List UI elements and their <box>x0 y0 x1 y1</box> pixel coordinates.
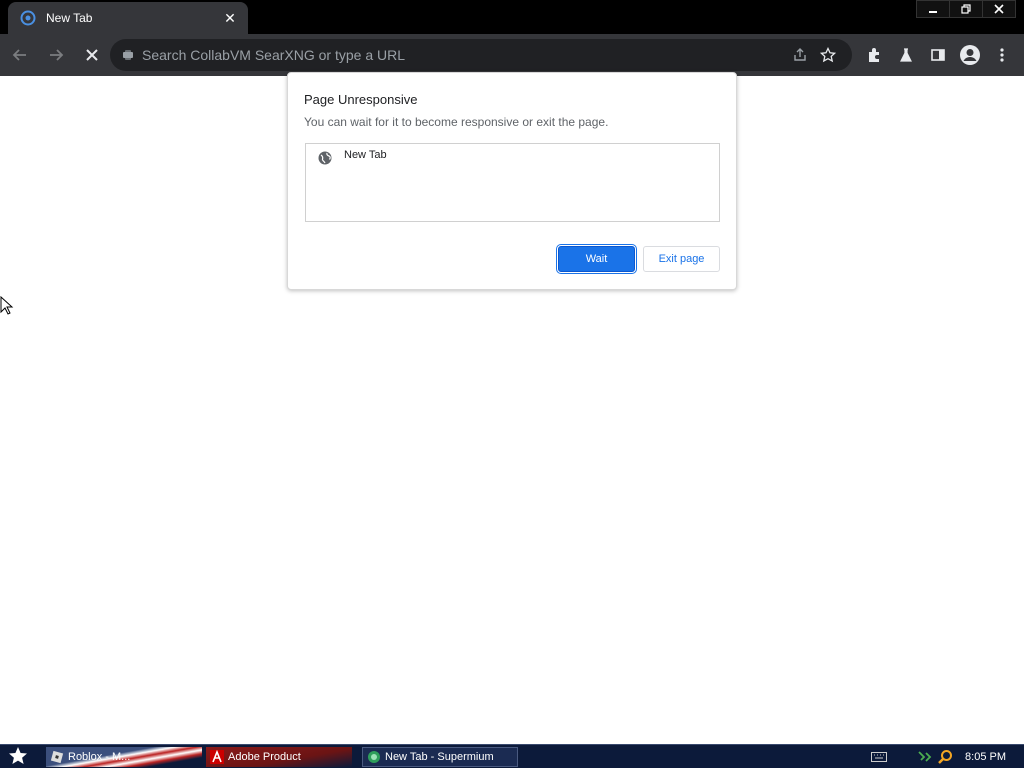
system-tray: 8:05 PM <box>867 745 1024 768</box>
list-item: New Tab <box>306 144 719 167</box>
network-icon[interactable] <box>917 749 933 765</box>
star-icon <box>8 746 28 768</box>
taskbar-item-roblox[interactable]: Roblox - M... <box>46 747 202 767</box>
exit-page-button[interactable]: Exit page <box>643 246 720 272</box>
back-arrow-icon[interactable] <box>4 39 36 71</box>
browser-toolbar <box>0 34 1024 76</box>
taskbar-item-label: New Tab - Supermium <box>385 751 494 763</box>
dialog-message: You can wait for it to become responsive… <box>304 115 609 129</box>
tab-title: New Tab <box>46 11 93 25</box>
taskbar-item-supermium[interactable]: New Tab - Supermium <box>362 747 518 767</box>
taskbar-item-label: Adobe Product <box>228 751 301 763</box>
share-icon[interactable] <box>786 41 814 69</box>
profile-icon[interactable] <box>954 39 986 71</box>
omnibox <box>110 39 852 71</box>
tab-new-tab[interactable]: New Tab ✕ <box>8 2 248 34</box>
globe-icon <box>318 151 334 167</box>
taskbar-item-adobe[interactable]: Adobe Product <box>206 747 352 767</box>
extensions-icon[interactable] <box>858 39 890 71</box>
toolbar-right <box>858 39 1018 71</box>
side-panel-icon[interactable] <box>922 39 954 71</box>
unresponsive-pages-list: New Tab <box>305 143 720 222</box>
page-label: New Tab <box>344 149 387 161</box>
stop-icon[interactable] <box>76 39 108 71</box>
menu-icon[interactable] <box>986 39 1018 71</box>
title-bar: New Tab ✕ <box>0 0 1024 34</box>
window-controls <box>916 0 1016 18</box>
labs-icon[interactable] <box>890 39 922 71</box>
taskbar-item-label: Roblox - M... <box>68 751 131 763</box>
restore-icon[interactable] <box>949 0 983 18</box>
dialog-title: Page Unresponsive <box>304 92 418 107</box>
roblox-icon <box>50 750 64 764</box>
taskbar: Roblox - M... Adobe Product New Tab - Su… <box>0 744 1024 768</box>
close-icon[interactable]: ✕ <box>222 10 238 26</box>
page-unresponsive-dialog: Page Unresponsive You can wait for it to… <box>287 72 737 290</box>
window-close-icon[interactable] <box>982 0 1016 18</box>
minimize-icon[interactable] <box>916 0 950 18</box>
wait-button[interactable]: Wait <box>556 244 637 274</box>
mouse-cursor-icon <box>0 295 14 316</box>
adobe-icon <box>210 750 224 764</box>
start-button[interactable] <box>4 746 32 768</box>
search-icon[interactable] <box>937 749 953 765</box>
clock: 8:05 PM <box>965 751 1006 763</box>
supermium-icon <box>367 750 381 764</box>
address-input[interactable] <box>142 47 786 63</box>
supermium-icon <box>20 10 36 26</box>
star-icon[interactable] <box>814 41 842 69</box>
search-engine-icon <box>120 47 136 63</box>
keyboard-icon[interactable] <box>871 749 888 765</box>
forward-arrow-icon[interactable] <box>40 39 72 71</box>
